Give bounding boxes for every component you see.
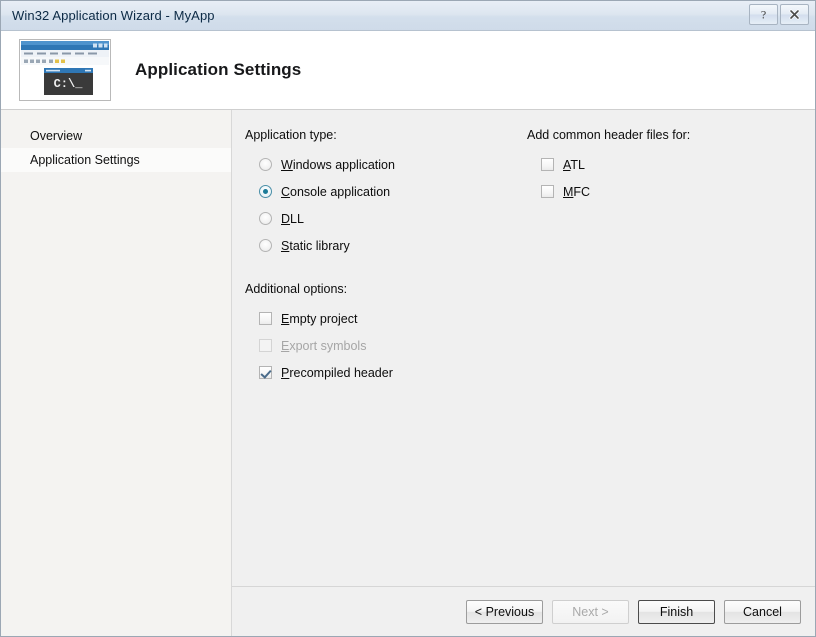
radio-windows-application[interactable]: Windows application [245, 151, 527, 178]
radio-label: Console application [281, 184, 391, 199]
console-app-thumbnail: C:\_ [19, 39, 111, 101]
checkbox-empty-project[interactable]: Empty project [245, 305, 527, 332]
checkbox-export-symbols: Export symbols [245, 332, 527, 359]
checkbox-label: MFC [563, 184, 591, 199]
left-options-column: Application type: Windows application Co… [245, 128, 527, 586]
question-mark-icon: ? [761, 8, 766, 21]
radio-label: Static library [281, 238, 350, 253]
checkbox-precompiled-header[interactable]: Precompiled header [245, 359, 527, 386]
additional-options-label: Additional options: [245, 282, 348, 296]
radio-dll[interactable]: DLL [245, 205, 527, 232]
right-options-column: Add common header files for: ATL MFC [527, 128, 815, 586]
settings-panel: Application type: Windows application Co… [232, 110, 815, 636]
close-icon [789, 9, 800, 20]
header-banner: C:\_ Application Settings [1, 31, 815, 110]
nav-item-overview[interactable]: Overview [1, 124, 231, 148]
checkbox-label: Empty project [281, 311, 358, 326]
wizard-window: Win32 Application Wizard - MyApp ? C:\_ … [0, 0, 816, 637]
checkbox-label: Precompiled header [281, 365, 393, 380]
page-title: Application Settings [135, 60, 302, 79]
close-button[interactable] [780, 4, 809, 25]
checkbox-atl[interactable]: ATL [527, 151, 815, 178]
cancel-button[interactable]: Cancel [724, 599, 801, 624]
checkbox-indicator [259, 339, 272, 352]
checkbox-mfc[interactable]: MFC [527, 178, 815, 205]
title-bar-buttons: ? [749, 4, 809, 25]
svg-text:?: ? [761, 8, 766, 21]
finish-button[interactable]: Finish [638, 599, 715, 624]
radio-indicator[interactable] [259, 239, 272, 252]
checkbox-label: ATL [563, 157, 586, 172]
radio-indicator[interactable] [259, 212, 272, 225]
nav-item-application-settings[interactable]: Application Settings [1, 148, 231, 172]
settings-columns: Application type: Windows application Co… [232, 110, 815, 586]
wizard-nav: Overview Application Settings [1, 110, 232, 636]
dialog-button-bar: < Previous Next > Finish Cancel [232, 586, 815, 636]
radio-label: Windows application [281, 157, 395, 172]
body-area: Overview Application Settings Applicatio… [1, 110, 815, 636]
radio-console-application[interactable]: Console application [245, 178, 527, 205]
next-button: Next > [552, 599, 629, 624]
checkbox-indicator[interactable] [541, 185, 554, 198]
radio-indicator[interactable] [259, 158, 272, 171]
window-title: Win32 Application Wizard - MyApp [12, 8, 215, 23]
common-headers-label: Add common header files for: [527, 128, 691, 142]
checkbox-label: Export symbols [281, 338, 367, 353]
radio-static-library[interactable]: Static library [245, 232, 527, 259]
console-prompt-text: C:\_ [54, 77, 84, 91]
title-bar: Win32 Application Wizard - MyApp ? [1, 1, 815, 31]
checkbox-indicator[interactable] [259, 366, 272, 379]
previous-button[interactable]: < Previous [466, 599, 543, 624]
radio-label: DLL [281, 211, 304, 226]
checkbox-indicator[interactable] [541, 158, 554, 171]
application-type-label: Application type: [245, 128, 337, 142]
checkbox-indicator[interactable] [259, 312, 272, 325]
help-button[interactable]: ? [749, 4, 778, 25]
radio-indicator[interactable] [259, 185, 272, 198]
